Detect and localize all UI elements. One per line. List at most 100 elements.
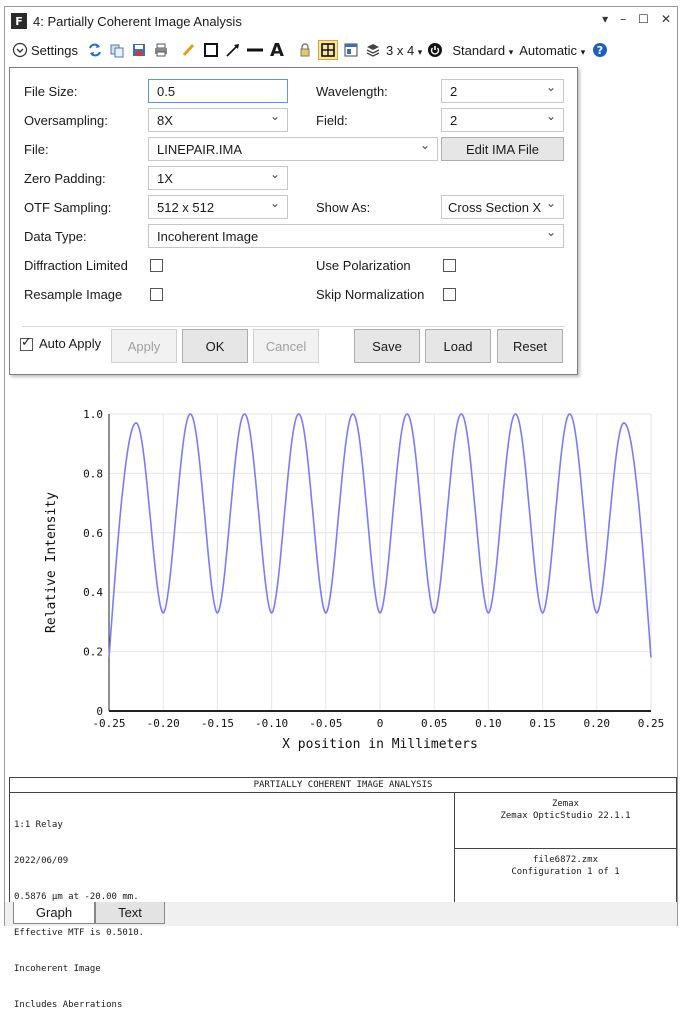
app-icon: F [11,13,27,29]
info-header: PARTIALLY COHERENT IMAGE ANALYSIS [10,778,676,793]
print-icon[interactable] [152,41,170,59]
diffraction-limited-label: Diffraction Limited [24,258,128,273]
wavelength-select[interactable]: 2 [441,79,564,103]
window-controls: ▾ – ☐ ✕ [602,12,671,26]
info-line: Incoherent Image [14,964,101,974]
edit-ima-file-button[interactable]: Edit IMA File [441,137,564,161]
oversampling-label: Oversampling: [24,113,108,128]
x-tick-label: 0.05 [421,717,448,730]
automatic-dropdown[interactable]: Automatic ▾ [519,43,585,58]
resample-image-checkbox[interactable] [150,288,163,301]
field-label: Field: [316,113,348,128]
oversampling-select[interactable]: 8X [148,108,288,132]
analysis-window: F 4: Partially Coherent Image Analysis ▾… [4,6,678,1010]
info-company-block: Zemax Zemax OpticStudio 22.1.1 [455,798,676,822]
standard-dropdown[interactable]: Standard ▾ [452,43,513,58]
configuration-text: Configuration 1 of 1 [511,867,620,877]
layout-grid-icon[interactable] [317,40,338,60]
x-tick-label: 0 [377,717,384,730]
tab-text[interactable]: Text [95,902,165,924]
x-tick-label: -0.05 [309,717,342,730]
layout-label: 3 x 4 [385,42,415,58]
tab-graph[interactable]: Graph [13,902,95,924]
data-type-label: Data Type: [24,229,87,244]
diffraction-limited-checkbox[interactable] [150,259,163,272]
file-name: file6872.zmx [532,855,599,865]
window-title: 4: Partially Coherent Image Analysis [33,13,242,29]
auto-apply-checkbox[interactable] [20,335,33,351]
settings-button[interactable]: Settings [9,41,78,59]
save-button[interactable]: Save [354,329,420,363]
settings-toggle-icon [11,41,29,59]
layers-icon[interactable] [364,41,382,59]
info-line: 1:1 Relay [14,820,63,830]
view-tabs: Graph Text [5,902,677,926]
file-size-label: File Size: [24,84,78,99]
y-tick-label: 0.8 [83,467,103,480]
company-name: Zemax [551,799,580,809]
product-name: Zemax OpticStudio 22.1.1 [500,811,631,821]
load-button[interactable]: Load [425,329,491,363]
ok-button[interactable]: OK [182,329,248,363]
lock-icon[interactable] [296,41,314,59]
y-tick-label: 0.4 [83,586,103,599]
x-tick-label: -0.25 [92,717,125,730]
x-tick-label: 0.25 [638,717,665,730]
field-select[interactable]: 2 [441,108,564,132]
refresh-icon[interactable] [86,41,104,59]
maximize-icon[interactable]: ☐ [638,12,649,26]
info-divider-horizontal [455,848,676,849]
reset-button[interactable]: Reset [497,329,563,363]
apply-button[interactable]: Apply [111,329,177,363]
power-icon[interactable] [426,41,444,59]
y-tick-label: 0.6 [83,527,103,540]
cancel-button[interactable]: Cancel [253,329,319,363]
y-tick-label: 0 [96,705,103,718]
use-polarization-label: Use Polarization [316,258,411,273]
wavelength-label: Wavelength: [316,84,388,99]
skip-normalization-label: Skip Normalization [316,287,425,302]
copy-icon[interactable] [108,41,126,59]
file-size-input[interactable]: 0.5 [148,79,288,103]
x-tick-label: -0.20 [147,717,180,730]
y-axis-label: Relative Intensity [44,492,59,633]
info-line: Effective MTF is 0.5010. [14,928,145,938]
arrow-icon[interactable] [224,41,242,59]
show-as-select[interactable]: Cross Section X [441,195,564,219]
chart-area: -0.25 -0.20 -0.15 -0.10 -0.05 0 0.05 0.10 0.15 0.… [5,377,677,775]
window-layout-icon[interactable] [342,41,360,59]
automatic-label: Automatic [519,42,578,58]
settings-label: Settings [31,42,78,58]
otf-sampling-select[interactable]: 512 x 512 [148,195,288,219]
line-icon[interactable] [246,41,264,59]
y-tick-label: 1.0 [83,408,103,421]
dropdown-arrow-icon[interactable]: ▾ [602,12,608,26]
layout-selector[interactable]: 3 x 4 ▾ [386,43,422,58]
close-icon[interactable]: ✕ [661,12,671,26]
zero-padding-label: Zero Padding: [24,171,106,186]
skip-normalization-checkbox[interactable] [443,288,456,301]
minimize-icon[interactable]: – [620,12,626,26]
toolbar: Settings A 3 x 4 ▾ Standard ▾ Automatic … [5,36,677,64]
file-label: File: [24,142,49,157]
x-tick-label: -0.10 [255,717,288,730]
x-tick-label: -0.15 [201,717,234,730]
info-line: Includes Aberrations [14,1000,123,1010]
x-tick-label: 0.20 [584,717,611,730]
x-axis-label: X position in Millimeters [282,737,478,752]
rectangle-icon[interactable] [202,41,220,59]
use-polarization-checkbox[interactable] [443,259,456,272]
pencil-icon[interactable] [180,41,198,59]
settings-panel: File Size: 0.5 Wavelength: 2 Oversamplin… [9,67,578,375]
settings-divider [22,326,565,327]
zero-padding-select[interactable]: 1X [148,166,288,190]
otf-sampling-label: OTF Sampling: [24,200,112,215]
x-tick-label: 0.15 [529,717,556,730]
file-select[interactable]: LINEPAIR.IMA [148,137,438,161]
help-icon[interactable]: ? [591,41,609,59]
save-icon[interactable] [130,41,148,59]
intensity-chart: -0.25 -0.20 -0.15 -0.10 -0.05 0 0.05 0.10 0.15 0.… [44,408,665,752]
data-type-select[interactable]: Incoherent Image [148,224,564,248]
x-tick-label: 0.10 [475,717,502,730]
text-tool-icon[interactable]: A [268,40,286,61]
